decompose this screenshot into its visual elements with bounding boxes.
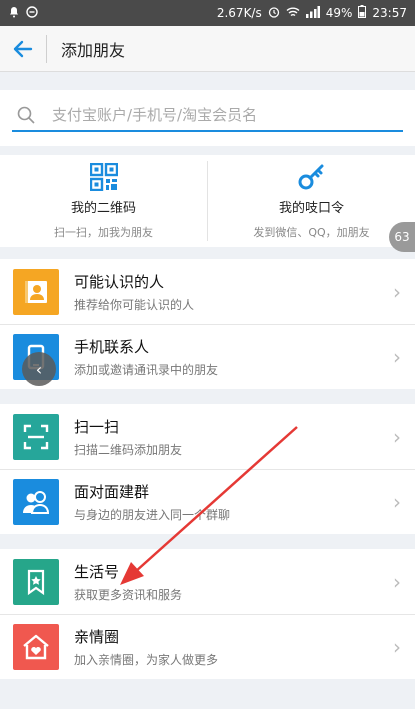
chevron-right-icon: ›	[393, 344, 401, 369]
my-qr-code-button[interactable]: 我的二维码 扫一扫，加我为朋友	[0, 155, 207, 247]
my-code-word-label: 我的吱口令	[278, 200, 344, 216]
header-divider	[46, 34, 47, 63]
alarm-notification-icon	[8, 6, 20, 21]
list-item-title: 亲情圈	[74, 627, 120, 646]
list-item-subtitle: 推荐给你可能认识的人	[74, 297, 195, 312]
scan-icon	[13, 413, 59, 460]
list-item-subtitle: 获取更多资讯和服务	[74, 587, 183, 602]
quick-actions: 我的二维码 扫一扫，加我为朋友 我的吱口令 发到微信、QQ，加朋友	[0, 155, 415, 247]
network-speed: 2.67K/s	[216, 6, 262, 20]
back-button[interactable]	[0, 26, 46, 72]
list-item-title: 扫一扫	[74, 417, 120, 436]
contact-book-icon	[13, 268, 59, 315]
my-qr-code-desc: 扫一扫，加我为朋友	[54, 225, 153, 239]
list-item-family-circle[interactable]: 亲情圈 加入亲情圈，为家人做更多 ›	[0, 614, 415, 679]
wifi-icon	[286, 6, 300, 21]
chevron-right-icon: ›	[393, 569, 401, 594]
navigation-header: 添加朋友	[0, 26, 415, 72]
home-heart-icon	[13, 623, 59, 670]
clock-time: 23:57	[372, 6, 407, 20]
sync-icon	[26, 5, 38, 21]
list-group-2: 扫一扫 扫描二维码添加朋友 › 面对面建群 与身边的朋友进入同一个群聊 ›	[0, 404, 415, 534]
chevron-right-icon: ›	[393, 634, 401, 659]
back-arrow-icon	[13, 40, 33, 57]
floating-assistive-button[interactable]: ‹	[22, 352, 56, 386]
my-code-word-button[interactable]: 我的吱口令 发到微信、QQ，加朋友	[208, 155, 415, 247]
list-item-subtitle: 加入亲情圈，为家人做更多	[74, 652, 219, 667]
list-item-face-to-face-group[interactable]: 面对面建群 与身边的朋友进入同一个群聊 ›	[0, 469, 415, 534]
list-group-3: 生活号 获取更多资讯和服务 › 亲情圈 加入亲情圈，为家人做更多 ›	[0, 549, 415, 679]
list-item-title: 可能认识的人	[74, 272, 165, 291]
qr-code-icon	[89, 162, 118, 191]
chevron-left-icon: ‹	[35, 359, 43, 379]
list-item-title: 手机联系人	[74, 337, 150, 356]
signal-icon	[305, 5, 320, 21]
list-item-title: 面对面建群	[74, 482, 150, 501]
list-item-subtitle: 添加或邀请通讯录中的朋友	[74, 362, 219, 377]
list-item-scan[interactable]: 扫一扫 扫描二维码添加朋友 ›	[0, 404, 415, 469]
search-section	[0, 90, 415, 146]
search-field[interactable]	[12, 100, 403, 132]
list-item-maybe-know[interactable]: 可能认识的人 推荐给你可能认识的人 ›	[0, 259, 415, 324]
battery-level: 49%	[325, 6, 353, 20]
list-item-phone-contacts[interactable]: 手机联系人 添加或邀请通讯录中的朋友 ›	[0, 324, 415, 389]
list-group-1: 可能认识的人 推荐给你可能认识的人 › 手机联系人 添加或邀请通讯录中的朋友 ›	[0, 259, 415, 389]
key-icon	[298, 164, 323, 189]
alarm-clock-icon	[268, 6, 280, 21]
lifestyle-bookmark-icon	[13, 558, 59, 605]
search-icon	[12, 101, 40, 129]
floating-counter-badge[interactable]: 63	[389, 222, 415, 252]
chevron-right-icon: ›	[393, 279, 401, 304]
list-item-subtitle: 与身边的朋友进入同一个群聊	[74, 507, 231, 522]
list-item-title: 生活号	[74, 562, 120, 581]
my-qr-code-label: 我的二维码	[70, 200, 136, 216]
battery-icon	[358, 5, 367, 21]
status-bar: 2.67K/s 49% 23:57	[0, 0, 415, 26]
list-item-subtitle: 扫描二维码添加朋友	[74, 442, 183, 457]
chevron-right-icon: ›	[393, 424, 401, 449]
search-input[interactable]	[50, 105, 403, 125]
page-title: 添加朋友	[61, 40, 126, 60]
list-item-lifestyle-account[interactable]: 生活号 获取更多资讯和服务 ›	[0, 549, 415, 614]
chevron-right-icon: ›	[393, 489, 401, 514]
group-icon	[13, 478, 59, 525]
my-code-word-desc: 发到微信、QQ，加朋友	[253, 225, 370, 239]
